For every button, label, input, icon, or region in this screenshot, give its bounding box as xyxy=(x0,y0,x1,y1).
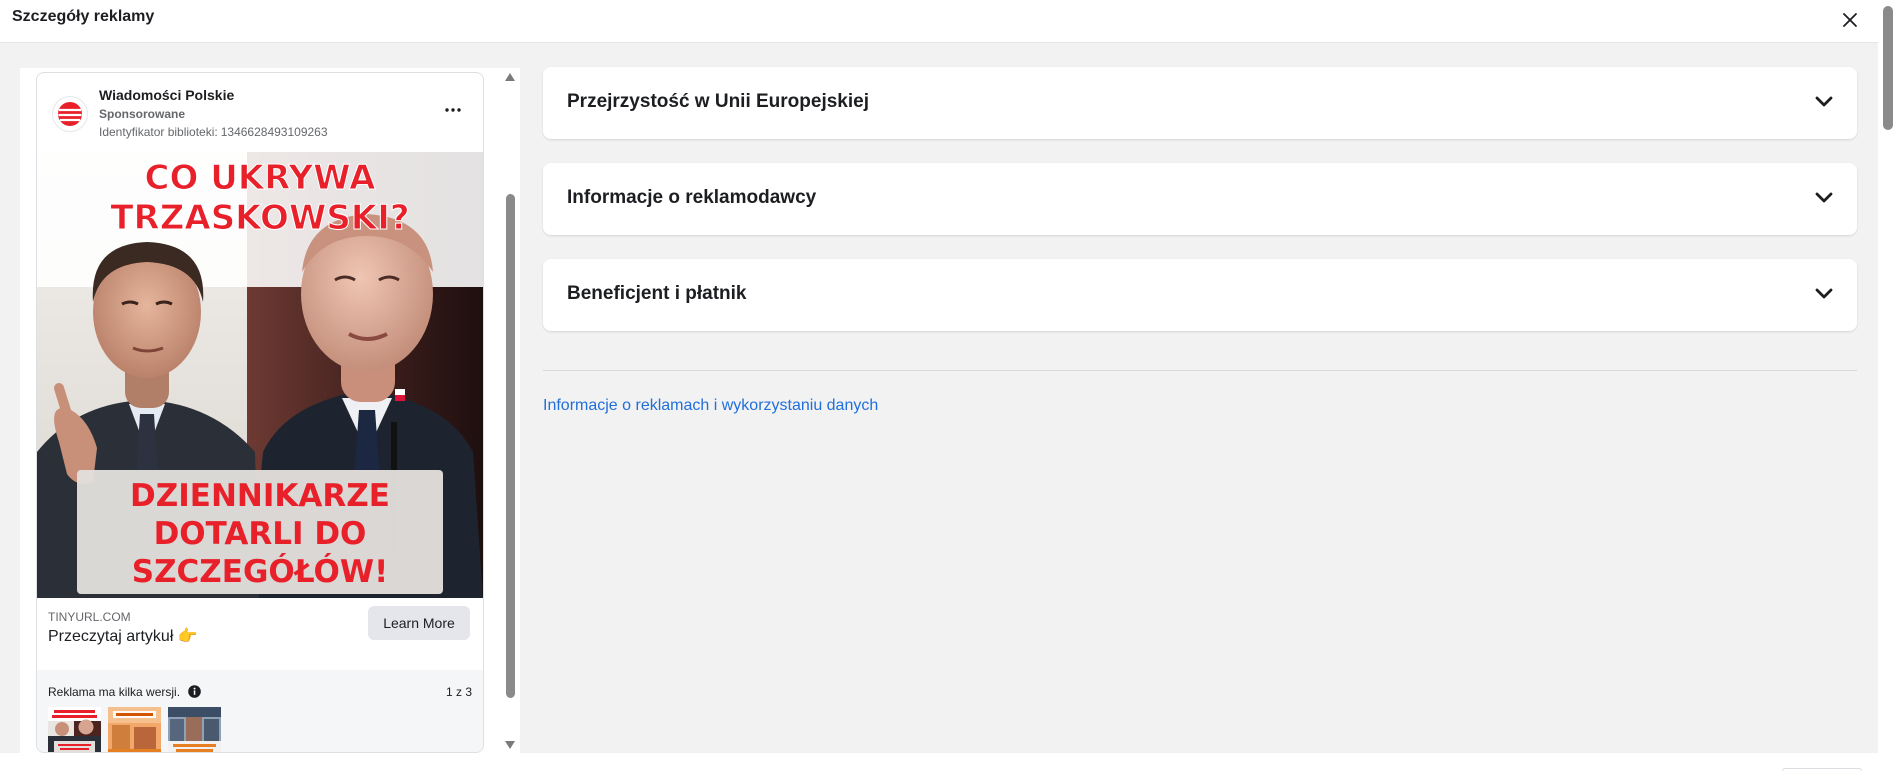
versions-label: Reklama ma kilka wersji. xyxy=(48,685,181,699)
ad-caption-line-1: DZIENNIKARZE xyxy=(130,478,390,514)
version-3-thumbnail[interactable] xyxy=(168,707,221,752)
section-divider xyxy=(543,370,1857,371)
accordion-label: Przejrzystość w Unii Europejskiej xyxy=(567,91,869,112)
info-icon[interactable] xyxy=(188,685,201,698)
link-title[interactable]: Przeczytaj artykuł 👉 xyxy=(48,626,198,646)
scrollbar-thumb[interactable] xyxy=(506,194,515,698)
library-id: Identyfikator biblioteki: 134662849310926… xyxy=(99,125,328,139)
scroll-up-arrow-icon[interactable] xyxy=(504,72,516,82)
modal-title: Szczegóły reklamy xyxy=(12,8,155,25)
ads-data-info-link[interactable]: Informacje o reklamach i wykorzystaniu d… xyxy=(543,397,878,415)
page-avatar[interactable] xyxy=(52,96,88,132)
sponsored-label: Sponsorowane xyxy=(99,107,186,121)
page-name[interactable]: Wiadomości Polskie xyxy=(99,87,234,103)
modal-body: Wiadomości Polskie Sponsorowane Identyfi… xyxy=(0,43,1878,753)
version-1-thumbnail[interactable] xyxy=(48,707,101,752)
learn-more-button[interactable]: Learn More xyxy=(368,606,470,640)
accordion-beneficiary-payer[interactable]: Beneficjent i płatnik xyxy=(543,259,1857,331)
accordion-advertiser-info[interactable]: Informacje o reklamodawcy xyxy=(543,163,1857,235)
ad-preview-panel[interactable]: Wiadomości Polskie Sponsorowane Identyfi… xyxy=(20,68,520,753)
ad-versions: Reklama ma kilka wersji. 1 z 3 xyxy=(37,670,483,752)
close-button[interactable] xyxy=(1836,6,1864,34)
version-thumbnails xyxy=(48,707,221,752)
ad-creative-image[interactable]: CO UKRYWA TRZASKOWSKI? DZIENNIKARZE DOTA… xyxy=(37,152,483,598)
ad-card: Wiadomości Polskie Sponsorowane Identyfi… xyxy=(36,72,484,753)
ad-headline-line-2: TRZASKOWSKI? xyxy=(110,198,409,238)
ad-headline-line-1: CO UKRYWA xyxy=(145,158,377,198)
more-options-button[interactable] xyxy=(441,102,465,118)
modal-header: Szczegóły reklamy xyxy=(0,0,1878,43)
ad-preview-scrollbar[interactable] xyxy=(500,68,520,753)
page-logo-icon xyxy=(58,102,82,126)
chevron-down-icon xyxy=(1815,192,1833,203)
ad-link-footer[interactable]: TINYURL.COM Przeczytaj artykuł 👉 Learn M… xyxy=(37,598,483,670)
accordion-eu-transparency[interactable]: Przejrzystość w Unii Europejskiej xyxy=(543,67,1857,139)
library-id-value: 1346628493109263 xyxy=(220,125,328,139)
ad-caption-line-2: DOTARLI DO xyxy=(154,516,367,552)
ad-caption-line-3: SZCZEGÓŁÓW! xyxy=(132,553,389,590)
scroll-down-arrow-icon[interactable] xyxy=(504,740,516,750)
chevron-down-icon xyxy=(1815,96,1833,107)
modal-footer xyxy=(0,753,1878,771)
accordion-label: Informacje o reklamodawcy xyxy=(567,187,817,208)
page-scrollbar[interactable] xyxy=(1878,0,1898,771)
version-2-thumbnail[interactable] xyxy=(108,707,161,752)
chevron-down-icon xyxy=(1815,288,1833,299)
more-options-icon xyxy=(445,108,461,112)
accordion-label: Beneficjent i płatnik xyxy=(567,283,747,304)
close-icon xyxy=(1843,13,1857,27)
page-scrollbar-thumb[interactable] xyxy=(1883,6,1893,130)
link-domain: TINYURL.COM xyxy=(48,610,131,624)
versions-count: 1 z 3 xyxy=(446,685,473,699)
library-id-label: Identyfikator biblioteki: xyxy=(99,125,218,139)
